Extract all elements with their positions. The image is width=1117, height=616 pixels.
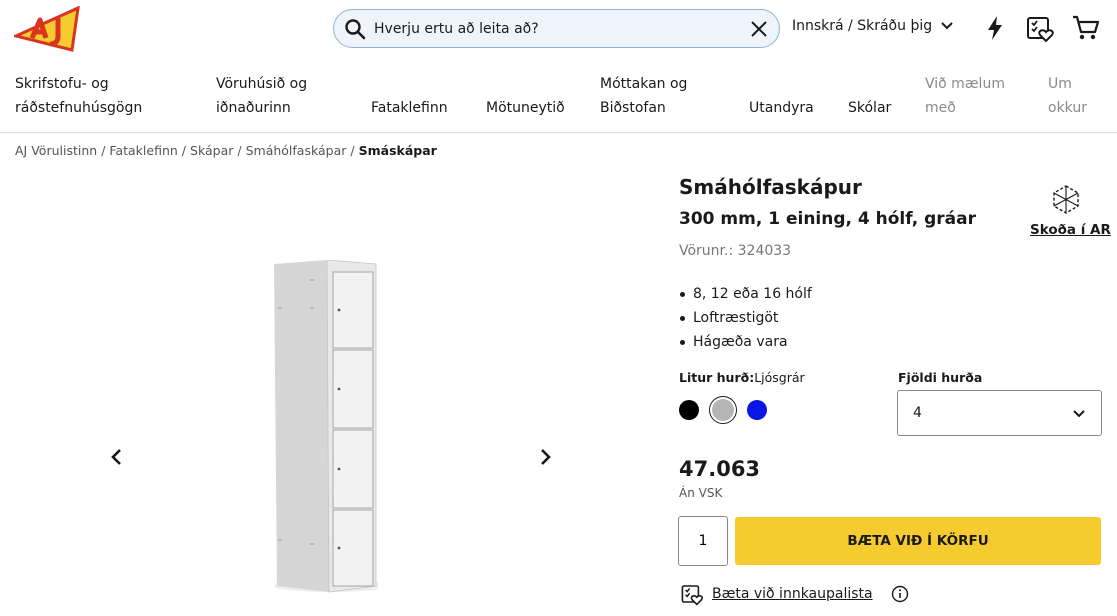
main-nav: Skrifstofu- og ráðstefnuhúsgögn Vöruhúsi… — [0, 60, 1117, 133]
close-icon[interactable] — [749, 19, 769, 39]
breadcrumb-link[interactable]: Skápar — [190, 143, 233, 158]
add-to-list-button[interactable]: Bæta við innkaupalista — [680, 582, 909, 606]
door-count-label: Fjöldi hurða — [898, 370, 983, 385]
quantity-input[interactable] — [678, 516, 728, 566]
product-image[interactable] — [272, 260, 378, 594]
feature-item: Hágæða vara — [679, 330, 812, 354]
chevron-left-icon[interactable] — [105, 445, 129, 469]
feature-item: Loftræstigöt — [679, 306, 812, 330]
ar-view-button[interactable]: Skoða í AR — [1030, 184, 1111, 238]
door-count-select[interactable]: 4 — [897, 390, 1102, 436]
color-value: Ljósgrár — [754, 370, 805, 385]
product-gallery — [0, 170, 660, 616]
aj-logo[interactable] — [14, 6, 80, 52]
color-swatch-blue[interactable] — [747, 400, 767, 420]
feature-list: 8, 12 eða 16 hólf Loftræstigöt Hágæða va… — [679, 282, 812, 354]
search-bar — [333, 9, 780, 48]
door-count-value: 4 — [913, 405, 922, 421]
add-to-list-label: Bæta við innkaupalista — [712, 586, 873, 602]
breadcrumb-link[interactable]: Fataklefinn — [109, 143, 177, 158]
lightning-icon[interactable] — [980, 13, 1010, 43]
breadcrumb-current: Smáskápar — [358, 143, 437, 158]
breadcrumb: AJ Vörulistinn / Fataklefinn / Skápar / Smáhól… — [15, 143, 437, 158]
product-sku: Vörunr.: 324033 — [679, 243, 792, 259]
nav-item-recommended[interactable]: Við mælum með — [925, 72, 1005, 120]
login-button[interactable]: Innskrá / Skráðu þig — [792, 18, 954, 34]
nav-item-about[interactable]: Um okkur — [1048, 72, 1087, 120]
add-to-cart-button[interactable]: BÆTA VIÐ Í KÖRFU — [735, 517, 1101, 565]
nav-item-office[interactable]: Skrifstofu- og ráðstefnuhúsgögn — [15, 72, 142, 120]
header: Innskrá / Skráðu þig — [0, 0, 1117, 60]
cart-icon[interactable] — [1071, 13, 1101, 43]
nav-item-canteen[interactable]: Mötuneytið — [486, 96, 565, 120]
color-swatch-black[interactable] — [679, 400, 699, 420]
breadcrumb-link[interactable]: Smáhólfaskápar — [246, 143, 347, 158]
color-swatch-light-grey[interactable] — [709, 396, 737, 424]
color-label: Litur hurð:Ljósgrár — [679, 370, 805, 385]
login-label: Innskrá / Skráðu þig — [792, 18, 933, 34]
color-swatches — [679, 396, 767, 424]
shopping-list-icon — [681, 585, 704, 606]
nav-item-lockerroom[interactable]: Fataklefinn — [371, 96, 448, 120]
chevron-down-icon — [1073, 410, 1085, 418]
search-icon[interactable] — [344, 18, 366, 40]
ar-cube-icon — [1053, 185, 1079, 214]
ar-view-label: Skoða í AR — [1030, 222, 1111, 238]
nav-item-reception[interactable]: Móttakan og Biðstofan — [600, 72, 687, 120]
chevron-right-icon[interactable] — [533, 445, 557, 469]
search-input[interactable] — [374, 16, 734, 42]
chevron-down-icon — [941, 22, 953, 30]
shopping-list-icon[interactable] — [1025, 13, 1055, 43]
product-title: Smáhólfaskápur — [679, 175, 862, 199]
info-icon[interactable] — [891, 585, 909, 603]
nav-item-outdoor[interactable]: Utandyra — [749, 96, 814, 120]
nav-item-schools[interactable]: Skólar — [848, 96, 891, 120]
product-subtitle: 300 mm, 1 eining, 4 hólf, gráar — [679, 209, 976, 229]
feature-item: 8, 12 eða 16 hólf — [679, 282, 812, 306]
nav-item-warehouse[interactable]: Vöruhúsið og iðnaðurinn — [216, 72, 307, 120]
breadcrumb-link[interactable]: AJ Vörulistinn — [15, 143, 97, 158]
vat-note: Án VSK — [679, 486, 723, 500]
product-price: 47.063 — [679, 457, 761, 481]
